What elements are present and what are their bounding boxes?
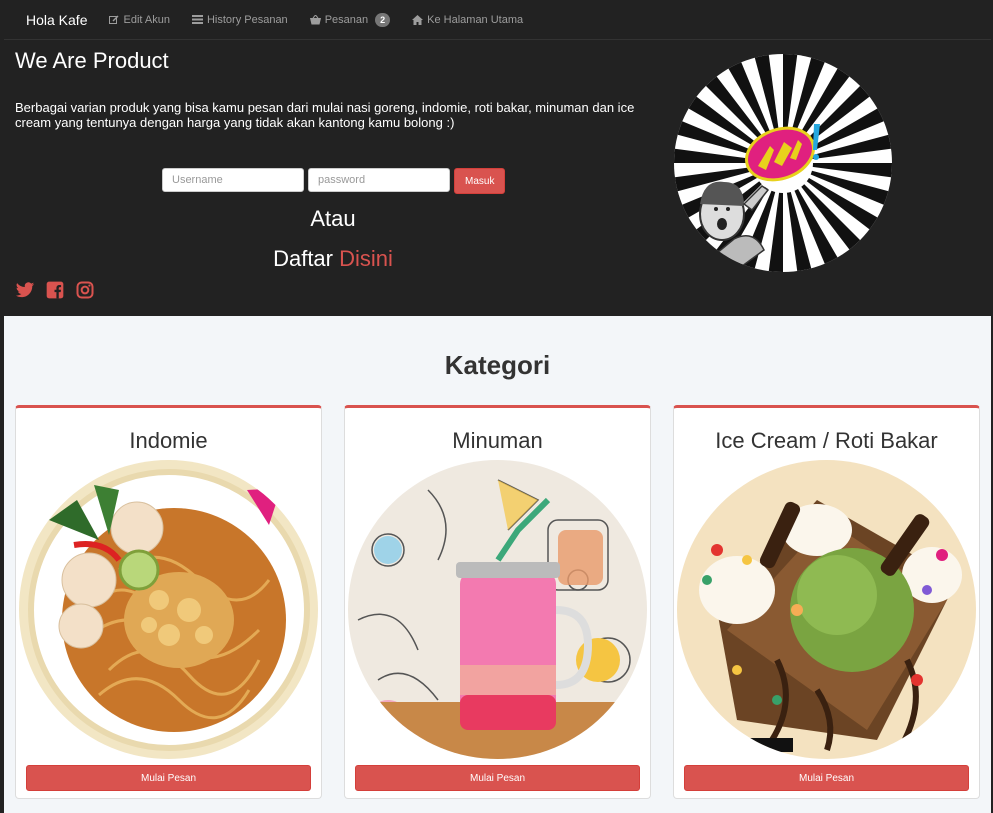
category-card-minuman: Minuman Mulai Pesan xyxy=(344,405,651,799)
minuman-photo xyxy=(348,460,647,759)
category-title: Minuman xyxy=(452,428,543,453)
basket-icon xyxy=(309,14,321,24)
social-links xyxy=(15,280,95,300)
indomie-photo xyxy=(19,460,318,759)
hero-description: Berbagai varian produk yang bisa kamu pe… xyxy=(15,100,635,130)
order-button-ice-cream[interactable]: Mulai Pesan xyxy=(684,765,969,791)
nav-pesanan-label: Pesanan xyxy=(324,13,369,26)
hola-logo-image xyxy=(674,54,892,272)
home-icon xyxy=(412,14,424,25)
browser-frame: Hola Kafe Edit Akun History Pesanan Pesa… xyxy=(0,0,993,813)
nav-pesanan[interactable]: Pesanan 2 xyxy=(309,12,391,27)
register-prefix: Daftar xyxy=(273,246,333,271)
nav-history-pesanan[interactable]: History Pesanan xyxy=(191,13,288,26)
order-button-minuman[interactable]: Mulai Pesan xyxy=(355,765,640,791)
nav-halaman-utama[interactable]: Ke Halaman Utama xyxy=(412,14,523,26)
password-input[interactable] xyxy=(308,168,450,192)
username-input[interactable] xyxy=(162,168,304,192)
category-title: Ice Cream / Roti Bakar xyxy=(715,428,938,453)
login-button[interactable]: Masuk xyxy=(454,168,506,194)
order-button-indomie[interactable]: Mulai Pesan xyxy=(26,765,311,791)
twitter-icon[interactable] xyxy=(15,280,35,300)
nav-halaman-utama-label: Ke Halaman Utama xyxy=(427,13,524,26)
brand-link[interactable]: Hola Kafe xyxy=(26,12,87,28)
category-card-ice-cream-roti-bakar: Ice Cream / Roti Bakar Mulai Pesan xyxy=(673,405,980,799)
category-title: Indomie xyxy=(129,428,208,453)
login-form: Masuk xyxy=(162,168,506,194)
hero-title: We Are Product xyxy=(15,48,169,73)
ice-cream-photo xyxy=(677,460,976,759)
register-link[interactable]: Disini xyxy=(339,246,393,271)
nav-history-label: History Pesanan xyxy=(206,13,288,26)
list-icon xyxy=(191,15,203,24)
edit-icon xyxy=(109,15,119,24)
facebook-icon[interactable] xyxy=(45,280,65,300)
register-line: Daftar Disini xyxy=(4,246,662,272)
instagram-icon[interactable] xyxy=(75,280,95,300)
hola-sunburst-graphic xyxy=(674,54,892,272)
hero-section: We Are Product Berbagai varian produk ya… xyxy=(4,40,991,316)
navbar: Hola Kafe Edit Akun History Pesanan Pesa… xyxy=(4,0,991,40)
nav-edit-akun[interactable]: Edit Akun xyxy=(109,13,170,26)
nav-edit-akun-label: Edit Akun xyxy=(123,13,170,26)
category-card-indomie: Indomie Mulai Pesan xyxy=(15,405,322,799)
or-text: Atau xyxy=(310,206,356,231)
kategori-heading: Kategori xyxy=(444,350,551,380)
cart-count-badge: 2 xyxy=(375,12,391,27)
